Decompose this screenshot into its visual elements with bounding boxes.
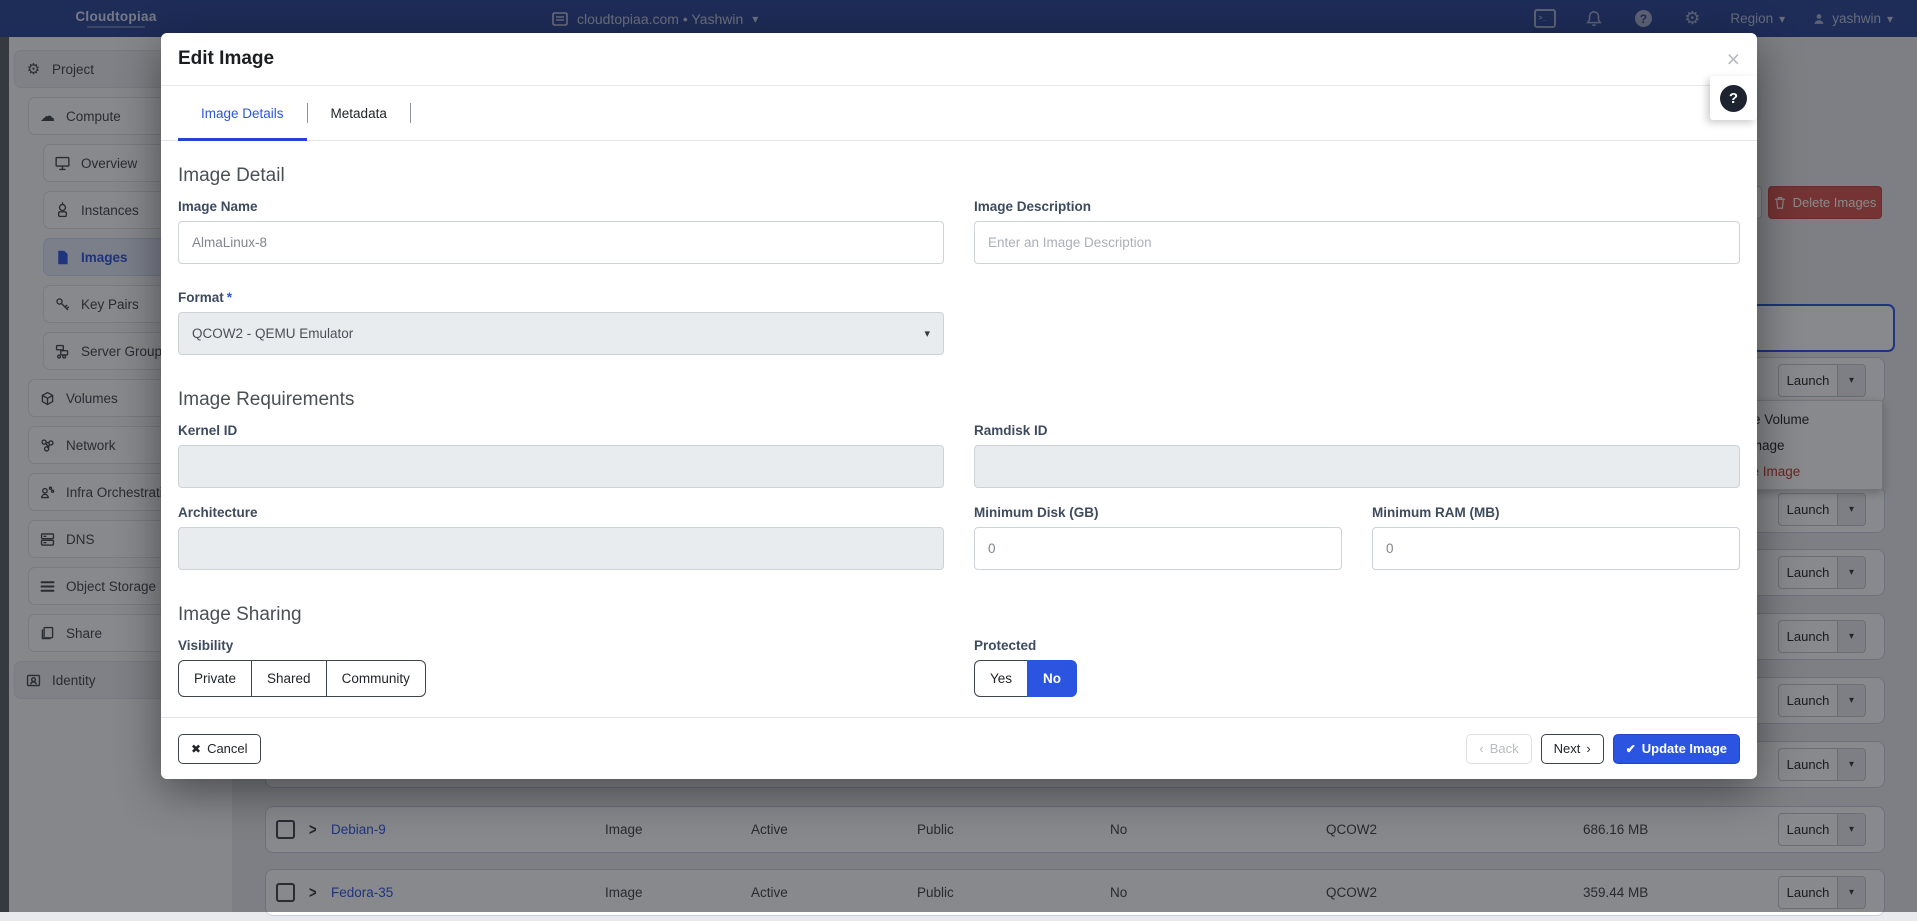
visibility-label: Visibility (178, 638, 944, 653)
visibility-community-button[interactable]: Community (326, 660, 426, 697)
image-name-label: Image Name (178, 199, 944, 214)
modal-help-card[interactable]: ? (1710, 76, 1757, 120)
back-button[interactable]: ‹ Back (1466, 734, 1531, 764)
protected-label: Protected (974, 638, 1740, 653)
image-description-input[interactable] (974, 221, 1740, 264)
protected-yes-button[interactable]: Yes (974, 660, 1028, 697)
format-label: Format* (178, 290, 944, 305)
min-ram-input[interactable] (1372, 527, 1740, 570)
help-icon: ? (1720, 85, 1747, 112)
update-image-label: Update Image (1642, 741, 1727, 756)
close-icon[interactable]: × (1727, 48, 1740, 71)
format-field-wrap: Format* QCOW2 - QEMU Emulator ▾ (178, 290, 944, 355)
image-description-field-wrap: Image Description (974, 199, 1740, 264)
format-label-text: Format (178, 290, 224, 305)
min-ram-field-wrap: Minimum RAM (MB) (1372, 505, 1740, 570)
x-icon: ✖ (191, 742, 201, 756)
format-select[interactable]: QCOW2 - QEMU Emulator ▾ (178, 312, 944, 355)
visibility-button-group: Private Shared Community (178, 660, 426, 697)
update-image-button[interactable]: ✔ Update Image (1613, 734, 1740, 764)
kernel-id-label: Kernel ID (178, 423, 944, 438)
image-name-field-wrap: Image Name (178, 199, 944, 264)
modal-body: Image Detail Image Name Image Descriptio… (161, 165, 1757, 697)
visibility-shared-button[interactable]: Shared (251, 660, 327, 697)
image-description-label: Image Description (974, 199, 1740, 214)
kernel-id-field-wrap: Kernel ID (178, 423, 944, 488)
architecture-input[interactable] (178, 527, 944, 570)
section-heading-image-detail: Image Detail (178, 165, 1740, 187)
back-arrow-icon: ‹ (1479, 741, 1483, 756)
ramdisk-id-field-wrap: Ramdisk ID (974, 423, 1740, 488)
min-ram-label: Minimum RAM (MB) (1372, 505, 1740, 520)
next-label: Next (1554, 741, 1581, 756)
modal-title: Edit Image (178, 48, 274, 70)
section-heading-image-requirements: Image Requirements (178, 389, 1740, 411)
next-button[interactable]: Next › (1541, 734, 1604, 764)
protected-no-button[interactable]: No (1027, 660, 1077, 697)
modal-footer: ✖ Cancel ‹ Back Next › ✔ Update Image (161, 717, 1757, 779)
required-asterisk: * (227, 290, 232, 305)
architecture-label: Architecture (178, 505, 944, 520)
tab-metadata[interactable]: Metadata (308, 86, 410, 140)
min-disk-field-wrap: Minimum Disk (GB) (974, 505, 1342, 570)
architecture-field-wrap: Architecture (178, 505, 944, 570)
back-label: Back (1490, 741, 1519, 756)
modal-tabs: Image Details Metadata (161, 86, 1757, 141)
protected-field-wrap: Protected Yes No (974, 638, 1740, 697)
cancel-label: Cancel (207, 741, 247, 756)
visibility-field-wrap: Visibility Private Shared Community (178, 638, 944, 697)
cancel-button[interactable]: ✖ Cancel (178, 734, 261, 764)
modal-header: Edit Image × (161, 33, 1757, 86)
protected-button-group: Yes No (974, 660, 1077, 697)
min-disk-input[interactable] (974, 527, 1342, 570)
next-arrow-icon: › (1586, 741, 1590, 756)
image-name-input[interactable] (178, 221, 944, 264)
check-icon: ✔ (1626, 742, 1636, 756)
kernel-id-input[interactable] (178, 445, 944, 488)
edit-image-modal: ? Edit Image × Image Details Metadata Im… (161, 33, 1757, 779)
min-disk-label: Minimum Disk (GB) (974, 505, 1342, 520)
min-disk-ram-wrap: Minimum Disk (GB) Minimum RAM (MB) (974, 505, 1740, 570)
tab-image-details[interactable]: Image Details (178, 86, 307, 140)
ramdisk-id-label: Ramdisk ID (974, 423, 1740, 438)
visibility-private-button[interactable]: Private (178, 660, 252, 697)
chevron-down-icon: ▾ (924, 327, 930, 340)
footer-right-actions: ‹ Back Next › ✔ Update Image (1466, 734, 1740, 764)
tab-separator (410, 103, 411, 123)
ramdisk-id-input[interactable] (974, 445, 1740, 488)
format-select-value: QCOW2 - QEMU Emulator (192, 326, 353, 341)
section-heading-image-sharing: Image Sharing (178, 604, 1740, 626)
